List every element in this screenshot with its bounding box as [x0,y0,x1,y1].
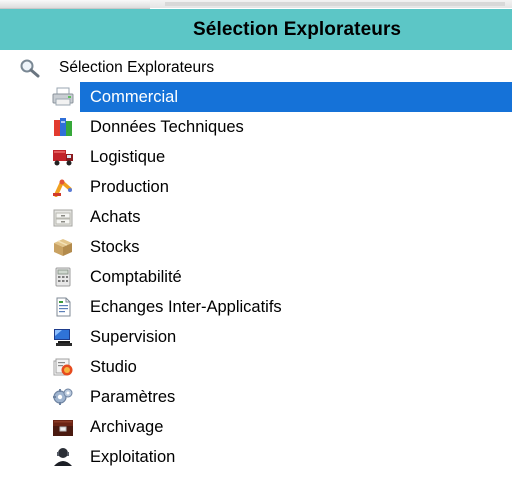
tree-item-exploitation[interactable]: Exploitation [0,442,512,472]
printer-icon [52,87,74,107]
tree-item-comptabilite[interactable]: Comptabilité [0,262,512,292]
studio-icon [52,357,74,377]
cabinet-icon [52,207,74,227]
explorer-panel: Sélection Explorateurs Sélection Explora… [0,0,512,488]
truck-icon [52,147,74,167]
tree-item-label: Echanges Inter-Applicatifs [90,298,282,316]
panel-header: Sélection Explorateurs [0,9,512,51]
tree-item-supervision[interactable]: Supervision [0,322,512,352]
tree-item-stocks[interactable]: Stocks [0,232,512,262]
tree-item-label: Commercial [90,88,179,106]
tree-item-label: Données Techniques [90,118,244,136]
tree-item-label: Studio [90,358,137,376]
tree-item-production[interactable]: Production [0,172,512,202]
tree-item-label: Logistique [90,148,166,166]
tree-item-label: Archivage [90,418,164,436]
robot-arm-icon [52,177,74,197]
calculator-icon [52,267,74,287]
tree-item-echanges-inter-applicatifs[interactable]: Echanges Inter-Applicatifs [0,292,512,322]
tree-item-parametres[interactable]: Paramètres [0,382,512,412]
box-icon [52,237,74,257]
tree-item-logistique[interactable]: Logistique [0,142,512,172]
tree-item-label: Supervision [90,328,177,346]
top-divider [0,0,512,9]
gears-icon [52,387,74,407]
archive-chest-icon [52,417,74,437]
tree-item-achats[interactable]: Achats [0,202,512,232]
monitor-icon [52,327,74,347]
explorer-tree: Sélection Explorateurs Commercial Donnée… [0,54,512,472]
tree-item-label: Achats [90,208,141,226]
tree-root[interactable]: Sélection Explorateurs [0,54,512,82]
magnifier-icon [19,58,41,78]
tree-item-label: Comptabilité [90,268,182,286]
tree-item-studio[interactable]: Studio [0,352,512,382]
tree-item-label: Exploitation [90,448,176,466]
tree-item-label: Paramètres [90,388,176,406]
tree-root-label: Sélection Explorateurs [59,59,215,76]
top-divider-segment [0,0,150,9]
operator-icon [52,447,74,467]
tree-item-archivage[interactable]: Archivage [0,412,512,442]
panel-title: Sélection Explorateurs [193,18,402,40]
tree-item-label: Production [90,178,169,196]
document-exchange-icon [52,297,74,317]
tree-item-donnees-techniques[interactable]: Données Techniques [0,112,512,142]
tree-item-label: Stocks [90,238,140,256]
books-icon [52,117,74,137]
top-divider-line [165,2,505,6]
tree-item-commercial[interactable]: Commercial [0,82,512,112]
